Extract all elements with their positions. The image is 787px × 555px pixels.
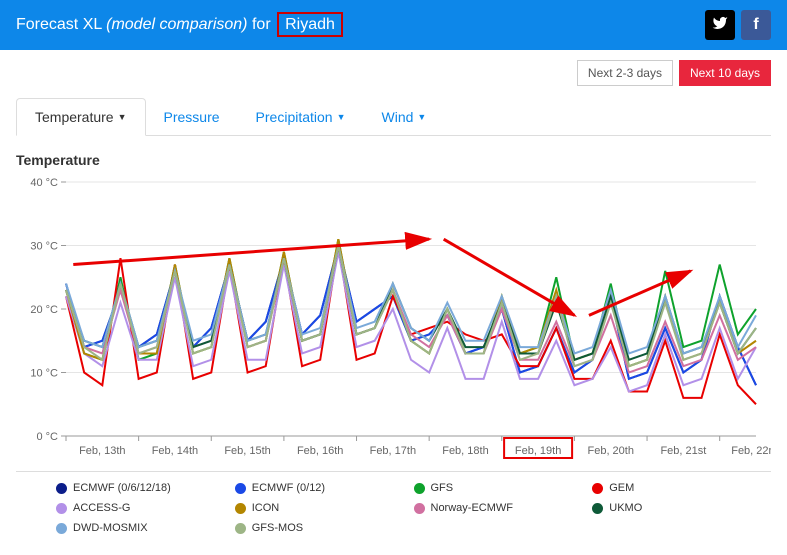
- svg-text:Feb, 22nd: Feb, 22nd: [731, 445, 771, 457]
- temperature-chart: 0 °C 10 °C 20 °C 30 °C 40 °C Feb, 13th Feb, 14…: [16, 176, 771, 466]
- tab-temperature[interactable]: Temperature ▼: [16, 98, 146, 136]
- legend-item[interactable]: ICON: [235, 500, 414, 516]
- twitter-icon: [712, 15, 728, 36]
- legend-label: ICON: [252, 502, 280, 514]
- svg-text:Feb, 18th: Feb, 18th: [442, 445, 488, 457]
- range-2-3-days[interactable]: Next 2-3 days: [577, 60, 673, 86]
- legend-item[interactable]: ECMWF (0/6/12/18): [56, 480, 235, 496]
- page-title: Forecast XL (model comparison) for Riyad…: [16, 16, 343, 34]
- legend-color-icon: [592, 483, 603, 494]
- legend-color-icon: [414, 483, 425, 494]
- legend-label: GEM: [609, 482, 634, 494]
- tab-label: Wind: [382, 109, 414, 125]
- header: Forecast XL (model comparison) for Riyad…: [0, 0, 787, 50]
- series-line: [66, 252, 756, 392]
- legend-color-icon: [56, 503, 67, 514]
- chart-legend: ECMWF (0/6/12/18) ECMWF (0/12) GFS GEM ACCES…: [16, 471, 771, 536]
- legend-color-icon: [235, 523, 246, 534]
- legend-color-icon: [56, 523, 67, 534]
- legend-item[interactable]: DWD-MOSMIX: [56, 520, 235, 536]
- legend-color-icon: [414, 503, 425, 514]
- svg-text:Feb, 20th: Feb, 20th: [587, 445, 633, 457]
- metric-tabs: Temperature ▼ Pressure Precipitation ▼ W…: [16, 98, 771, 136]
- svg-text:20 °C: 20 °C: [30, 304, 58, 316]
- svg-text:40 °C: 40 °C: [30, 177, 58, 189]
- range-selector: Next 2-3 days Next 10 days: [0, 50, 787, 86]
- facebook-button[interactable]: f: [741, 10, 771, 40]
- tab-label: Pressure: [164, 109, 220, 125]
- legend-item[interactable]: UKMO: [592, 500, 771, 516]
- legend-color-icon: [56, 483, 67, 494]
- legend-label: ACCESS-G: [73, 502, 130, 514]
- chart-panel: Temperature 0 °C 10 °C 20 °C 30 °C 40 °C Feb,…: [0, 136, 787, 552]
- legend-label: Norway-ECMWF: [431, 502, 514, 514]
- social-links: f: [705, 10, 771, 40]
- svg-text:30 °C: 30 °C: [30, 241, 58, 253]
- series-line: [66, 246, 756, 405]
- legend-item[interactable]: GFS: [414, 480, 593, 496]
- legend-label: GFS: [431, 482, 454, 494]
- range-10-days[interactable]: Next 10 days: [679, 60, 771, 86]
- series-line: [66, 246, 756, 386]
- legend-item[interactable]: GEM: [592, 480, 771, 496]
- svg-text:Feb, 13th: Feb, 13th: [79, 445, 125, 457]
- svg-text:Feb, 17th: Feb, 17th: [370, 445, 416, 457]
- legend-label: UKMO: [609, 502, 642, 514]
- legend-label: ECMWF (0/12): [252, 482, 325, 494]
- legend-label: DWD-MOSMIX: [73, 522, 148, 534]
- tab-label: Temperature: [35, 109, 114, 125]
- annotation-arrow: [444, 239, 575, 315]
- svg-text:10 °C: 10 °C: [30, 368, 58, 380]
- svg-text:Feb, 16th: Feb, 16th: [297, 445, 343, 457]
- svg-text:Feb, 14th: Feb, 14th: [152, 445, 198, 457]
- legend-item[interactable]: Norway-ECMWF: [414, 500, 593, 516]
- series-line: [66, 246, 756, 386]
- legend-color-icon: [235, 483, 246, 494]
- legend-color-icon: [592, 503, 603, 514]
- title-subtitle: (model comparison): [106, 16, 247, 33]
- svg-text:Feb, 15th: Feb, 15th: [224, 445, 270, 457]
- tab-wind[interactable]: Wind ▼: [364, 98, 445, 135]
- svg-text:Feb, 19th: Feb, 19th: [515, 445, 561, 457]
- annotation-arrow: [73, 239, 429, 264]
- facebook-icon: f: [753, 16, 758, 34]
- twitter-button[interactable]: [705, 10, 735, 40]
- svg-text:Feb, 21st: Feb, 21st: [660, 445, 706, 457]
- title-prefix: Forecast XL: [16, 16, 102, 33]
- legend-color-icon: [235, 503, 246, 514]
- legend-item[interactable]: GFS-MOS: [235, 520, 414, 536]
- chevron-down-icon: ▼: [417, 112, 426, 122]
- chevron-down-icon: ▼: [118, 112, 127, 122]
- tab-label: Precipitation: [256, 109, 333, 125]
- legend-label: ECMWF (0/6/12/18): [73, 482, 171, 494]
- chevron-down-icon: ▼: [337, 112, 346, 122]
- chart-title: Temperature: [16, 152, 771, 168]
- legend-label: GFS-MOS: [252, 522, 303, 534]
- legend-item[interactable]: ECMWF (0/12): [235, 480, 414, 496]
- svg-text:0 °C: 0 °C: [36, 431, 58, 443]
- legend-item[interactable]: ACCESS-G: [56, 500, 235, 516]
- tab-pressure[interactable]: Pressure: [146, 98, 238, 135]
- tab-precipitation[interactable]: Precipitation ▼: [238, 98, 364, 135]
- title-for: for: [252, 16, 271, 33]
- city-name: Riyadh: [277, 12, 343, 37]
